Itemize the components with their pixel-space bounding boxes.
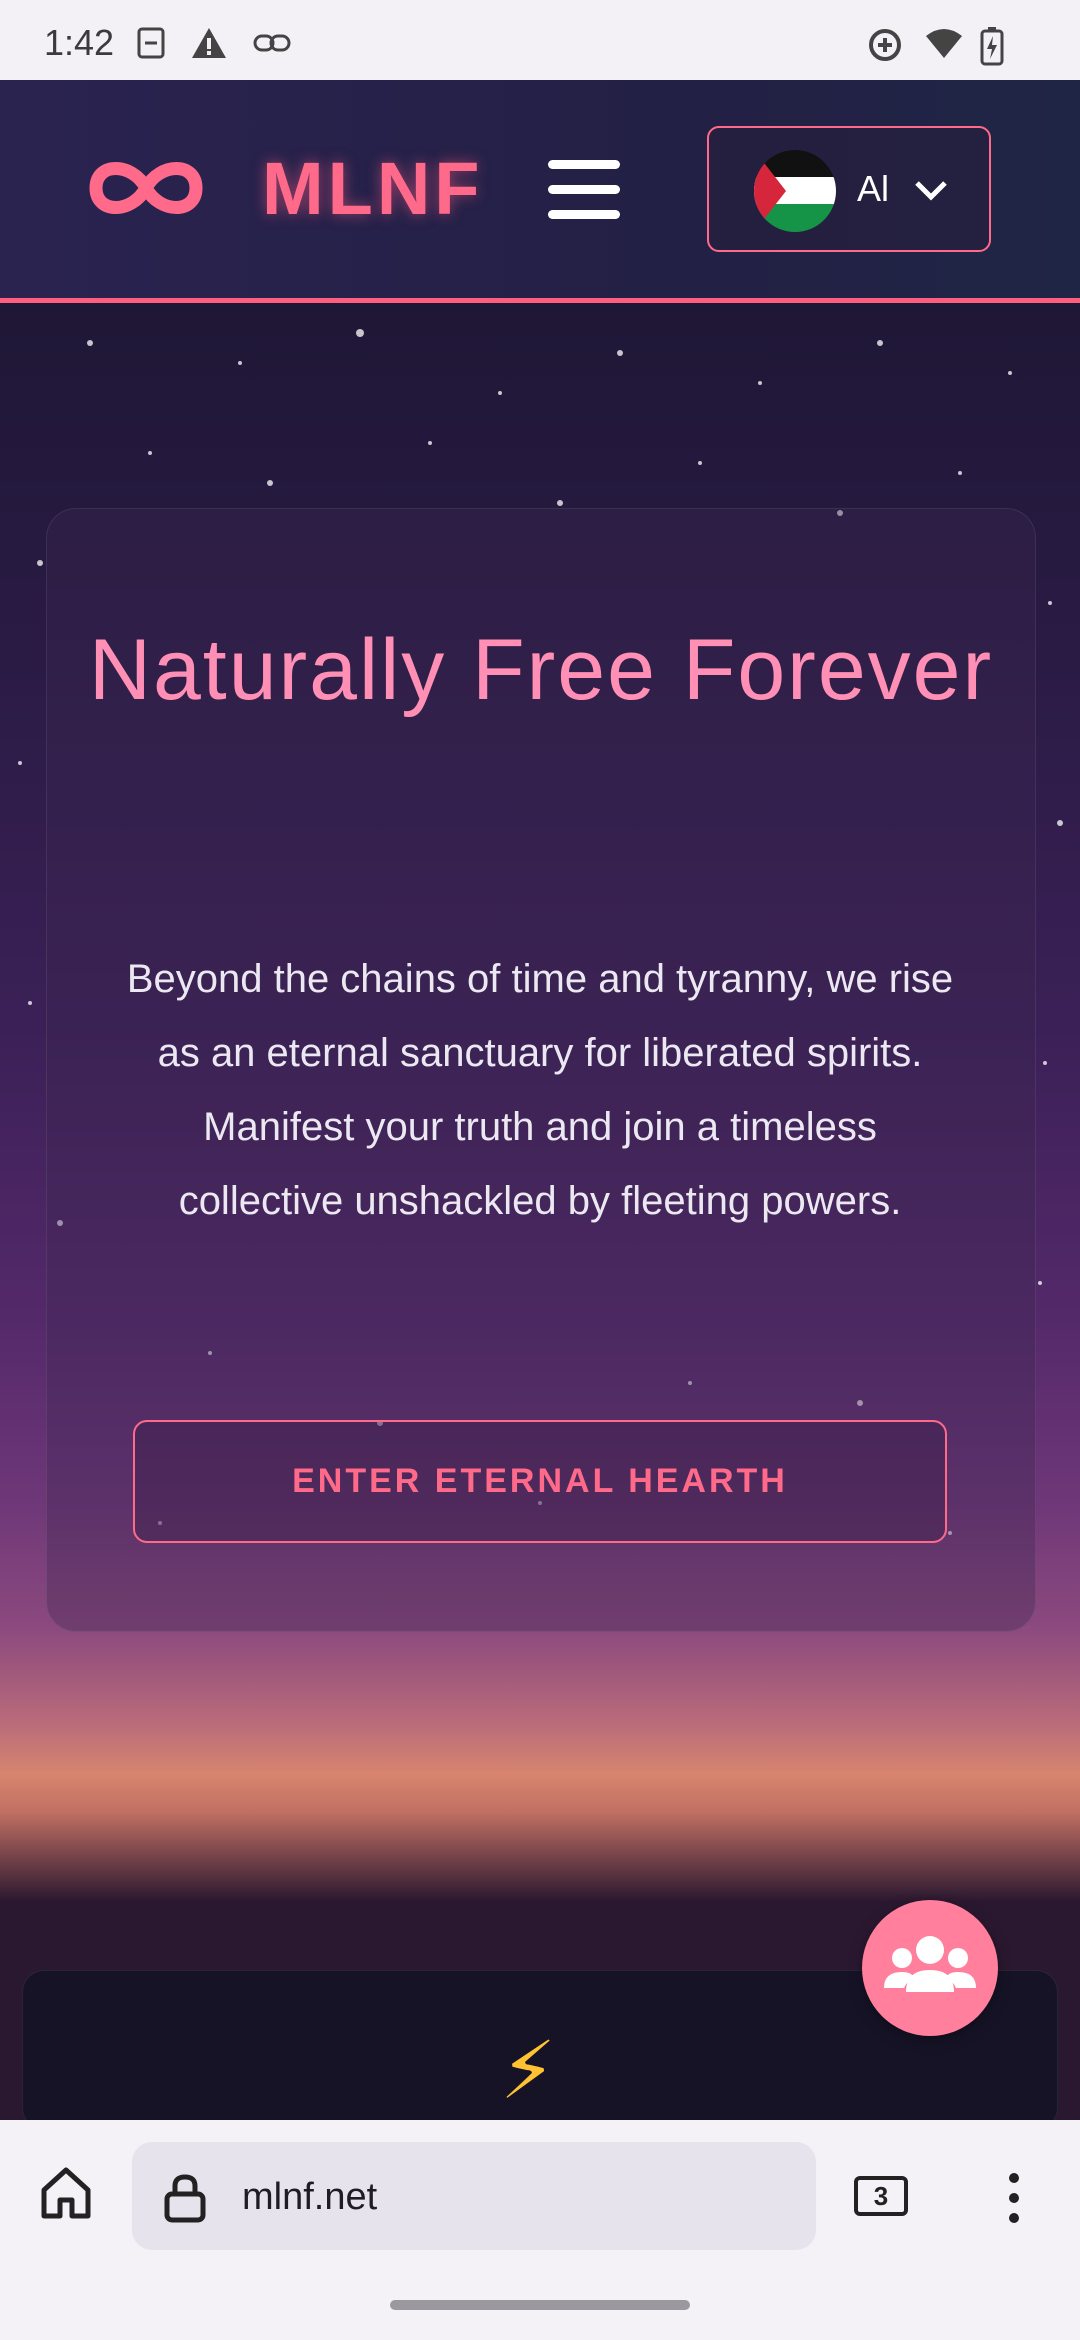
infinity-logo-icon[interactable]	[84, 148, 208, 228]
url-text: mlnf.net	[242, 2176, 378, 2218]
chevron-down-icon	[915, 181, 947, 201]
gesture-home-indicator[interactable]	[390, 2300, 690, 2310]
home-icon[interactable]	[36, 2162, 96, 2222]
status-time: 1:42	[44, 22, 115, 63]
site-header: MLNF Al	[0, 80, 1080, 303]
hero-description: Beyond the chains of time and tyranny, w…	[126, 957, 954, 1223]
lock-icon	[164, 2174, 206, 2223]
hamburger-menu-button[interactable]	[548, 160, 620, 220]
enter-eternal-hearth-button[interactable]: ENTER ETERNAL HEARTH	[133, 1420, 947, 1543]
address-bar[interactable]: mlnf.net	[132, 2142, 816, 2250]
sd-card-icon	[137, 27, 165, 59]
language-selector[interactable]: Al	[707, 126, 991, 252]
site-logo-text[interactable]: MLNF	[262, 146, 484, 231]
warning-icon	[192, 28, 226, 58]
data-saver-icon	[869, 29, 901, 61]
wifi-icon	[926, 29, 962, 58]
menu-bar-icon	[548, 160, 620, 169]
palestine-flag-icon	[754, 150, 836, 232]
group-icon	[884, 1936, 976, 1992]
link-icon	[253, 34, 291, 52]
community-fab-button[interactable]	[862, 1900, 998, 2036]
tab-switcher-button[interactable]: 3	[854, 2176, 908, 2216]
menu-bar-icon	[548, 210, 620, 219]
status-bar: 1:42	[0, 0, 1080, 80]
more-options-icon[interactable]	[1004, 2172, 1024, 2224]
lightning-bolt-icon: ⚡	[500, 2026, 557, 2115]
hero-title: Naturally Free Forever	[88, 622, 994, 718]
menu-bar-icon	[548, 185, 620, 194]
battery-icon	[980, 27, 1004, 66]
language-code: Al	[857, 168, 890, 209]
